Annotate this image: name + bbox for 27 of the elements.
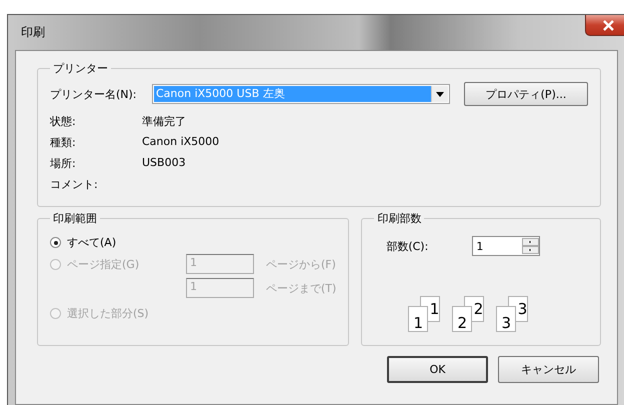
page-from-label: ページから(F) [266, 256, 336, 272]
info-label: 状態: [50, 114, 77, 129]
group-title: プリンター [52, 61, 109, 76]
info-value: Canon iX5000 [142, 135, 220, 150]
properties-button[interactable]: プロパティ(P)... [464, 82, 588, 106]
copies-label: 部数(C): [386, 238, 430, 254]
copies-spinner[interactable]: 1 [472, 236, 540, 256]
close-button[interactable] [585, 15, 624, 36]
collated-pages-drawing: 1 1 [408, 296, 444, 334]
dialog-button[interactable]: キャンセル [498, 356, 599, 383]
group-title: 印刷部数 [376, 211, 422, 226]
printer-name-label: プリンター名(N): [50, 86, 138, 102]
window-title: 印刷 [21, 24, 45, 41]
spin-arrows-icon [522, 238, 540, 254]
info-value: USB003 [142, 156, 187, 171]
dropdown-arrow-icon [436, 92, 444, 96]
dialog-button[interactable]: OK [387, 356, 488, 383]
radio-option[interactable]: すべて(A) [50, 235, 336, 250]
collated-pages-drawing: 2 2 [452, 296, 488, 334]
page-to-label: ページまで(T) [266, 280, 336, 296]
info-label: 場所: [50, 156, 77, 171]
info-label: コメント: [50, 177, 99, 192]
close-icon [602, 20, 614, 30]
group-title: 印刷範囲 [52, 211, 98, 226]
collated-pages-drawing: 3 3 [496, 296, 532, 334]
info-value: 準備完了 [142, 114, 187, 129]
info-label: 種類: [50, 135, 77, 150]
